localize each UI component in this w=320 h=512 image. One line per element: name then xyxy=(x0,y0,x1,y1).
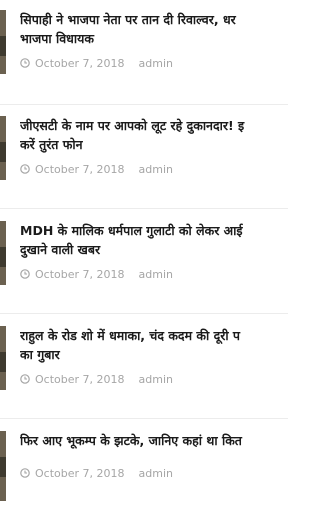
post-item[interactable]: जीएसटी के नाम पर आपको लूट रहे दुकानदार! … xyxy=(0,116,288,196)
post-item[interactable]: सिपाही ने भाजपा नेता पर तान दी रिवाल्वर,… xyxy=(0,10,288,90)
post-author[interactable]: admin xyxy=(139,57,173,70)
post-meta: October 7, 2018 admin xyxy=(20,467,173,481)
post-title[interactable]: सिपाही ने भाजपा नेता पर तान दी रिवाल्वर,… xyxy=(20,10,288,48)
post-item[interactable]: MDH के मालिक धर्मपाल गुलाटी को लेकर आई द… xyxy=(0,221,288,301)
post-date[interactable]: October 7, 2018 xyxy=(35,57,125,70)
post-title-line: MDH के मालिक धर्मपाल गुलाटी को लेकर आई xyxy=(20,223,243,238)
post-date[interactable]: October 7, 2018 xyxy=(35,268,125,281)
post-title-line: करें तुरंत फोन xyxy=(20,137,83,152)
post-thumbnail[interactable] xyxy=(0,116,6,180)
post-author[interactable]: admin xyxy=(139,373,173,386)
post-item[interactable]: फिर आए भूकम्प के झटके, जानिए कहां था कित… xyxy=(0,431,288,511)
post-item[interactable]: राहुल के रोड शो में धमाका, चंद कदम की दू… xyxy=(0,326,288,406)
post-title-line: फिर आए भूकम्प के झटके, जानिए कहां था कित xyxy=(20,433,242,448)
post-title-line: का गुबार xyxy=(20,347,60,362)
clock-icon xyxy=(20,468,30,478)
clock-icon xyxy=(20,269,30,279)
post-thumbnail[interactable] xyxy=(0,326,6,390)
post-divider xyxy=(0,313,288,314)
post-meta: October 7, 2018 admin xyxy=(20,373,173,387)
post-date[interactable]: October 7, 2018 xyxy=(35,467,125,480)
post-title[interactable]: MDH के मालिक धर्मपाल गुलाटी को लेकर आई द… xyxy=(20,221,288,259)
clock-icon xyxy=(20,58,30,68)
post-title-line: राहुल के रोड शो में धमाका, चंद कदम की दू… xyxy=(20,328,241,343)
post-author[interactable]: admin xyxy=(139,268,173,281)
post-title-line: भाजपा विधायक xyxy=(20,31,94,46)
post-meta: October 7, 2018 admin xyxy=(20,268,173,282)
post-thumbnail[interactable] xyxy=(0,431,6,501)
news-feed: सिपाही ने भाजपा नेता पर तान दी रिवाल्वर,… xyxy=(0,0,288,512)
post-meta: October 7, 2018 admin xyxy=(20,163,173,177)
post-title[interactable]: राहुल के रोड शो में धमाका, चंद कदम की दू… xyxy=(20,326,288,364)
post-title-line: दुखाने वाली खबर xyxy=(20,242,101,257)
post-divider xyxy=(0,104,288,105)
post-divider xyxy=(0,208,288,209)
post-meta: October 7, 2018 admin xyxy=(20,57,173,71)
post-title-line: जीएसटी के नाम पर आपको लूट रहे दुकानदार! … xyxy=(20,118,245,133)
post-thumbnail[interactable] xyxy=(0,221,6,285)
post-title[interactable]: जीएसटी के नाम पर आपको लूट रहे दुकानदार! … xyxy=(20,116,288,154)
clock-icon xyxy=(20,374,30,384)
post-title[interactable]: फिर आए भूकम्प के झटके, जानिए कहां था कित xyxy=(20,431,288,450)
post-author[interactable]: admin xyxy=(139,467,173,480)
post-title-line: सिपाही ने भाजपा नेता पर तान दी रिवाल्वर,… xyxy=(20,12,236,27)
post-date[interactable]: October 7, 2018 xyxy=(35,373,125,386)
post-thumbnail[interactable] xyxy=(0,10,6,74)
post-divider xyxy=(0,418,288,419)
post-author[interactable]: admin xyxy=(139,163,173,176)
post-date[interactable]: October 7, 2018 xyxy=(35,163,125,176)
clock-icon xyxy=(20,164,30,174)
